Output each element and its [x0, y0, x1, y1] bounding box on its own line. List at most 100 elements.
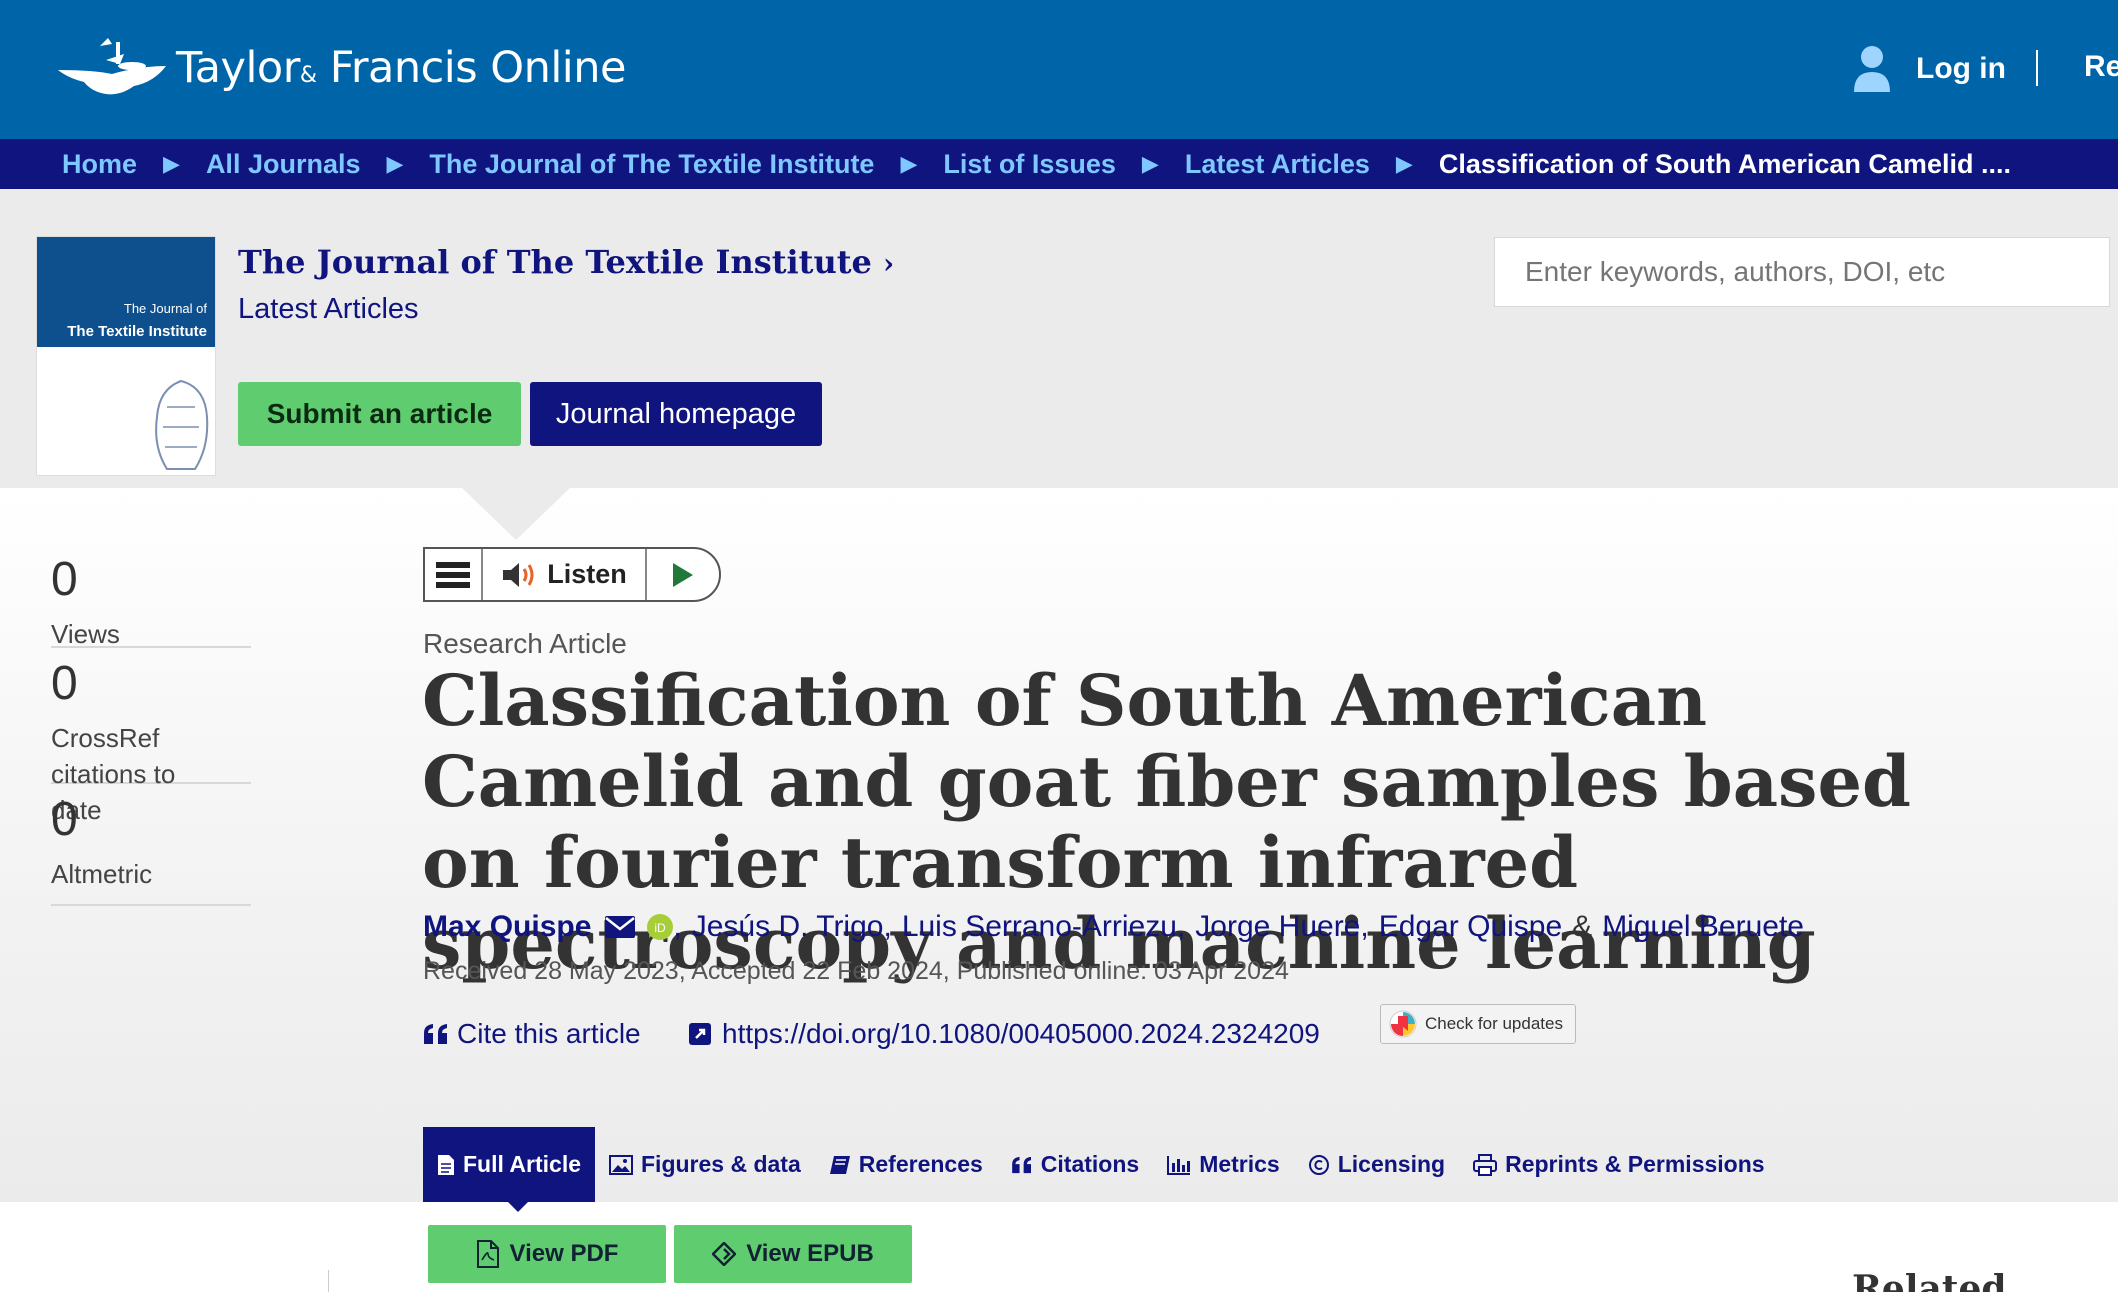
breadcrumb-separator-icon: ▶: [900, 151, 918, 176]
site-logo[interactable]: Taylor& Francis Online: [54, 36, 626, 100]
tab-label: Citations: [1040, 1151, 1140, 1177]
cover-line-2: The Textile Institute: [67, 323, 207, 340]
tab-reprints-permissions[interactable]: Reprints & Permissions: [1459, 1127, 1778, 1202]
play-icon: [673, 562, 693, 587]
author-separator: ,: [883, 910, 892, 943]
listen-menu-button[interactable]: [425, 549, 483, 600]
author-separator: ,: [1176, 910, 1186, 943]
tab-full-article[interactable]: Full Article: [423, 1127, 595, 1202]
tab-label: Metrics: [1199, 1151, 1280, 1177]
tab-references[interactable]: References: [815, 1127, 997, 1202]
check-for-updates-button[interactable]: Check for updates: [1380, 1004, 1576, 1044]
breadcrumb-latest-articles[interactable]: Latest Articles: [1185, 149, 1370, 180]
image-icon: [609, 1154, 633, 1175]
tab-metrics[interactable]: Metrics: [1153, 1127, 1294, 1202]
tab-licensing[interactable]: Licensing: [1294, 1127, 1459, 1202]
logo-text: Taylor& Francis Online: [176, 43, 626, 93]
breadcrumb-separator-icon: ▶: [1141, 151, 1159, 176]
breadcrumb-current: Classification of South American Camelid…: [1438, 148, 2011, 179]
author-link[interactable]: Jesús D. Trigo: [692, 910, 884, 944]
article-type: Research Article: [423, 628, 627, 659]
crossmark-icon: [1389, 1010, 1417, 1038]
journal-cover-image[interactable]: The Journal of The Textile Institute: [36, 236, 216, 476]
stat-value: 0: [51, 793, 78, 846]
login-label: Log in: [1916, 52, 2006, 85]
journal-homepage-button[interactable]: Journal homepage: [530, 382, 822, 446]
pdf-label: View PDF: [509, 1240, 619, 1267]
svg-text:iD: iD: [655, 921, 667, 935]
chevron-right-icon: ›: [883, 247, 895, 280]
article-body-area: [0, 1202, 2118, 1292]
quote-icon: [1011, 1156, 1031, 1173]
orcid-icon[interactable]: iD: [647, 914, 674, 940]
content-divider: [328, 1270, 329, 1292]
breadcrumb-home[interactable]: Home: [62, 149, 137, 180]
check-updates-label: Check for updates: [1425, 1014, 1563, 1033]
doi-link[interactable]: https://doi.org/10.1080/00405000.2024.23…: [688, 1018, 1320, 1050]
breadcrumb-journal[interactable]: The Journal of The Textile Institute: [429, 149, 874, 180]
hamburger-icon: [436, 561, 470, 588]
tab-figures-data[interactable]: Figures & data: [595, 1127, 815, 1202]
author-ampersand: &: [1572, 910, 1593, 943]
stat-label: Altmetric: [51, 859, 153, 889]
stat-label: Views: [51, 619, 120, 649]
article-tabs: Full Article Figures & data References C…: [423, 1127, 1779, 1202]
tab-label: Figures & data: [641, 1151, 801, 1177]
author-link[interactable]: Max Quispe: [423, 910, 591, 944]
view-pdf-button[interactable]: View PDF: [428, 1225, 666, 1283]
author-link[interactable]: Jorge Huere: [1195, 910, 1360, 944]
site-header: Taylor& Francis Online Log in Re: [0, 0, 2118, 139]
pdf-icon: [476, 1240, 499, 1268]
header-divider: [2036, 50, 2038, 86]
breadcrumb-separator-icon: ▶: [386, 151, 404, 176]
external-link-icon: [689, 1023, 711, 1045]
active-tab-pointer: [508, 1202, 528, 1212]
search-input[interactable]: [1494, 237, 2110, 307]
breadcrumb: Home ▶ All Journals ▶ The Journal of The…: [0, 139, 2118, 189]
cover-line-1: The Journal of: [123, 301, 207, 316]
listen-button[interactable]: Listen: [483, 549, 647, 600]
lamp-logo-icon: [58, 38, 166, 95]
quote-icon: [424, 1024, 447, 1044]
related-heading: Related: [1852, 1268, 2007, 1292]
email-icon[interactable]: [605, 916, 636, 938]
listen-label: Listen: [547, 559, 627, 589]
stat-value: 0: [51, 553, 78, 606]
submit-article-button[interactable]: Submit an article: [238, 382, 521, 446]
user-icon: [1854, 46, 1890, 92]
publication-dates: Received 28 May 2023, Accepted 22 Feb 20…: [423, 957, 1289, 985]
epub-icon: [712, 1242, 737, 1266]
listen-widget: Listen: [423, 547, 721, 602]
author-separator: ,: [673, 910, 682, 943]
tab-label: Full Article: [463, 1151, 581, 1177]
stat-crossref: 0 CrossRef citations to date: [51, 657, 251, 825]
author-list: Max Quispe iD , Jesús D. Trigo , Luis Se…: [423, 910, 1804, 944]
banner-pointer: [462, 488, 570, 540]
breadcrumb-list-of-issues[interactable]: List of Issues: [943, 149, 1116, 180]
tab-label: Reprints & Permissions: [1505, 1151, 1765, 1177]
cite-article-link[interactable]: Cite this article: [423, 1018, 641, 1050]
author-link[interactable]: Edgar Quispe: [1379, 910, 1562, 944]
doi-text: https://doi.org/10.1080/00405000.2024.23…: [722, 1018, 1320, 1049]
copyright-icon: [1308, 1154, 1329, 1175]
breadcrumb-all-journals[interactable]: All Journals: [206, 149, 361, 180]
login-link[interactable]: Log in: [1852, 44, 2006, 94]
journal-title-link[interactable]: The Journal of The Textile Institute ›: [238, 243, 894, 281]
printer-icon: [1473, 1153, 1498, 1176]
register-link[interactable]: Re: [2084, 50, 2118, 84]
tab-label: References: [858, 1151, 983, 1177]
speaker-icon: [503, 562, 534, 587]
tab-label: Licensing: [1337, 1151, 1446, 1177]
view-epub-button[interactable]: View EPUB: [674, 1225, 912, 1283]
author-link[interactable]: Luis Serrano-Arriezu: [902, 910, 1177, 944]
breadcrumb-separator-icon: ▶: [1395, 151, 1413, 176]
tab-citations[interactable]: Citations: [997, 1127, 1153, 1202]
stat-value: 0: [51, 657, 78, 710]
stat-altmetric: 0 Altmetric: [51, 796, 251, 906]
author-link[interactable]: Miguel Beruete: [1602, 910, 1804, 944]
journal-subtitle: Latest Articles: [238, 293, 419, 325]
bar-chart-icon: [1167, 1155, 1191, 1175]
stat-views: 0 Views: [51, 553, 251, 649]
author-separator: ,: [1360, 910, 1369, 943]
play-button[interactable]: [647, 549, 719, 600]
